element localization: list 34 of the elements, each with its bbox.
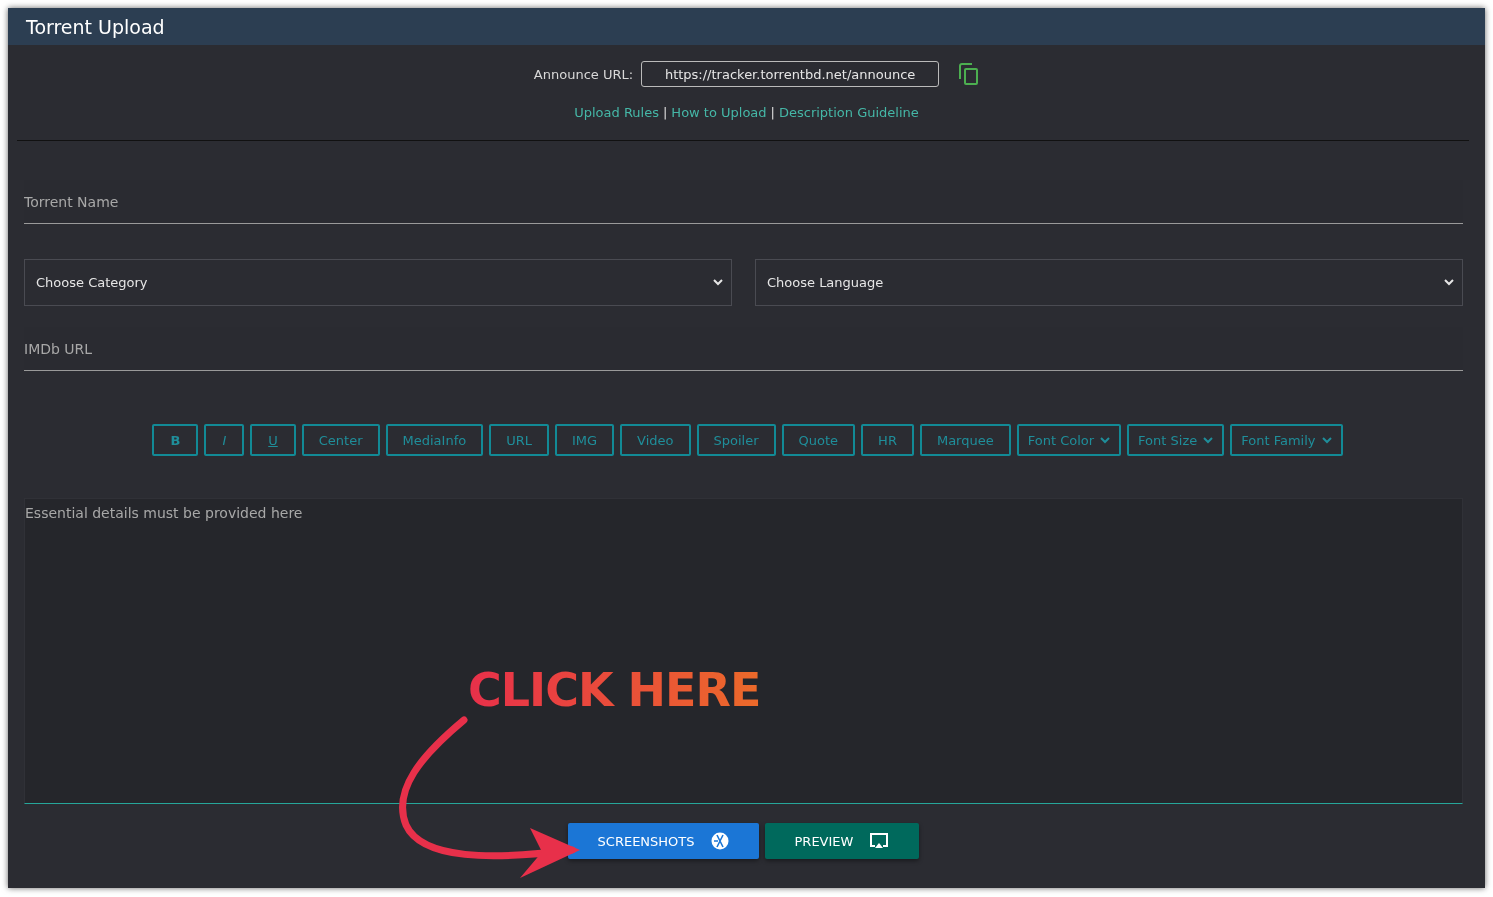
chevron-down-icon	[1444, 279, 1454, 286]
window-title: Torrent Upload	[8, 8, 1485, 45]
chevron-down-icon	[1203, 436, 1214, 444]
help-link[interactable]: How to Upload	[671, 105, 767, 120]
format-button[interactable]: U	[250, 424, 296, 456]
format-select[interactable]: Font Size	[1127, 424, 1225, 456]
format-button[interactable]: URL	[489, 424, 549, 456]
format-button[interactable]: B	[152, 424, 199, 456]
link-separator: |	[662, 105, 668, 120]
preview-button[interactable]: PREVIEW	[764, 823, 920, 859]
link-separator: |	[770, 105, 775, 120]
format-button[interactable]: Video	[620, 424, 691, 456]
chevron-down-icon	[1100, 436, 1111, 444]
category-select[interactable]: Choose Category	[24, 259, 732, 306]
format-button[interactable]: MediaInfo	[385, 424, 484, 456]
language-select[interactable]: Choose Language	[755, 259, 1463, 306]
screenshots-button[interactable]: SCREENSHOTS	[567, 823, 759, 859]
format-button[interactable]: Center	[301, 424, 380, 456]
format-select[interactable]: Font Color	[1016, 424, 1122, 456]
chevron-down-icon	[1321, 436, 1332, 444]
copy-icon[interactable]	[959, 62, 980, 86]
format-button[interactable]: Marquee	[919, 424, 1011, 456]
format-button[interactable]: Spoiler	[696, 424, 776, 456]
format-select[interactable]: Font Family	[1230, 424, 1343, 456]
help-link[interactable]: Description Guideline	[779, 105, 919, 120]
chevron-down-icon	[713, 279, 723, 286]
monitor-icon	[869, 832, 890, 850]
format-button[interactable]: I	[204, 424, 245, 456]
announce-label: Announce URL:	[533, 66, 634, 82]
format-button[interactable]: IMG	[555, 424, 615, 456]
format-button[interactable]: Quote	[781, 424, 856, 456]
help-link[interactable]: Upload Rules	[574, 105, 659, 120]
announce-url-field[interactable]: https://tracker.torrentbd.net/announce	[641, 61, 940, 87]
format-button[interactable]: HR	[861, 424, 914, 456]
